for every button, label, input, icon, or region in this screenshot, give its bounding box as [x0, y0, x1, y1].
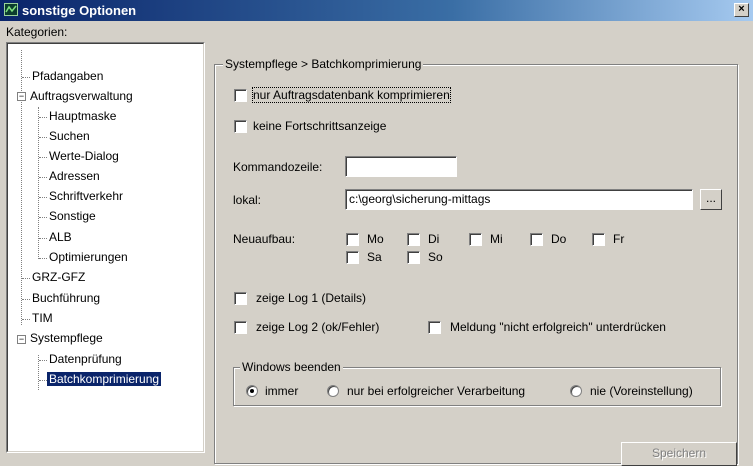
- rebuild-label: Neuaufbau:: [233, 232, 296, 246]
- suppress-message-label[interactable]: Meldung "nicht erfolgreich" unterdrücken: [450, 320, 666, 334]
- tree-item-sonstige[interactable]: Sonstige: [49, 209, 96, 223]
- log2-label[interactable]: zeige Log 2 (ok/Fehler): [256, 320, 379, 334]
- tree-line: [22, 77, 30, 78]
- local-label: lokal:: [233, 193, 262, 207]
- tree-item-tim[interactable]: TIM: [32, 311, 53, 325]
- no-progress-checkbox[interactable]: [234, 120, 247, 133]
- day-label-sa: Sa: [367, 250, 382, 264]
- shutdown-group-title: Windows beenden: [240, 360, 343, 374]
- day-label-mo: Mo: [367, 232, 384, 246]
- tree-item-adressen[interactable]: Adressen: [49, 169, 100, 183]
- log1-checkbox[interactable]: [234, 292, 247, 305]
- tree-item-batchkomprimierung[interactable]: Batchkomprimierung: [47, 372, 162, 386]
- day-label-mi: Mi: [490, 232, 503, 246]
- panel-title: Systempflege > Batchkomprimierung: [223, 57, 424, 71]
- radio-never[interactable]: [570, 385, 582, 397]
- radio-never-label[interactable]: nie (Voreinstellung): [590, 384, 693, 398]
- tree-item-schriftverkehr[interactable]: Schriftverkehr: [49, 189, 123, 203]
- day-checkbox-so[interactable]: [407, 251, 420, 264]
- category-tree[interactable]: − − Pfadangaben Auftragsverwaltung Haupt…: [6, 42, 205, 453]
- day-label-fr: Fr: [613, 232, 625, 246]
- categories-label: Kategorien:: [6, 25, 68, 39]
- log2-checkbox[interactable]: [234, 321, 247, 334]
- tree-item-pfadangaben[interactable]: Pfadangaben: [32, 69, 103, 83]
- local-path-input[interactable]: c:\georg\sicherung-mittags: [345, 189, 693, 210]
- tree-item-suchen[interactable]: Suchen: [49, 129, 90, 143]
- day-checkbox-di[interactable]: [407, 233, 420, 246]
- collapse-icon[interactable]: −: [17, 92, 26, 101]
- tree-item-alb[interactable]: ALB: [49, 230, 72, 244]
- title-bar: sonstige Optionen ×: [0, 0, 753, 21]
- radio-success-only[interactable]: [327, 385, 339, 397]
- day-checkbox-sa[interactable]: [346, 251, 359, 264]
- close-button[interactable]: ×: [734, 3, 749, 17]
- app-icon: [4, 3, 18, 16]
- only-orders-checkbox[interactable]: [234, 89, 247, 102]
- tree-item-grz-gfz[interactable]: GRZ-GFZ: [32, 270, 85, 284]
- day-checkbox-mi[interactable]: [469, 233, 482, 246]
- day-label-do: Do: [551, 232, 567, 246]
- collapse-icon[interactable]: −: [17, 335, 26, 344]
- day-label-di: Di: [428, 232, 440, 246]
- no-progress-label[interactable]: keine Fortschrittsanzeige: [253, 119, 386, 133]
- tree-line: [38, 107, 39, 259]
- radio-always[interactable]: [246, 385, 258, 397]
- log1-label[interactable]: zeige Log 1 (Details): [256, 291, 366, 305]
- day-checkbox-do[interactable]: [530, 233, 543, 246]
- browse-button[interactable]: ...: [700, 189, 722, 210]
- tree-item-systempflege[interactable]: Systempflege: [30, 331, 103, 345]
- window-title: sonstige Optionen: [22, 3, 137, 18]
- day-checkbox-mo[interactable]: [346, 233, 359, 246]
- radio-success-only-label[interactable]: nur bei erfolgreicher Verarbeitung: [347, 384, 525, 398]
- day-checkbox-fr[interactable]: [592, 233, 605, 246]
- tree-item-buchfuehrung[interactable]: Buchführung: [32, 291, 100, 305]
- suppress-message-checkbox[interactable]: [428, 321, 441, 334]
- only-orders-label[interactable]: nur Auftragsdatenbank komprimieren: [252, 87, 451, 103]
- tree-item-datenpruefung[interactable]: Datenprüfung: [49, 352, 122, 366]
- tree-item-optimierungen[interactable]: Optimierungen: [49, 250, 128, 264]
- day-label-so: So: [428, 250, 443, 264]
- radio-always-label[interactable]: immer: [265, 384, 298, 398]
- cmdline-label: Kommandozeile:: [233, 160, 323, 174]
- tree-item-werte-dialog[interactable]: Werte-Dialog: [49, 149, 119, 163]
- save-button[interactable]: Speichern: [621, 442, 737, 466]
- tree-item-hauptmaske[interactable]: Hauptmaske: [49, 109, 116, 123]
- cmdline-input[interactable]: [345, 156, 457, 177]
- tree-item-auftragsverwaltung[interactable]: Auftragsverwaltung: [30, 89, 133, 103]
